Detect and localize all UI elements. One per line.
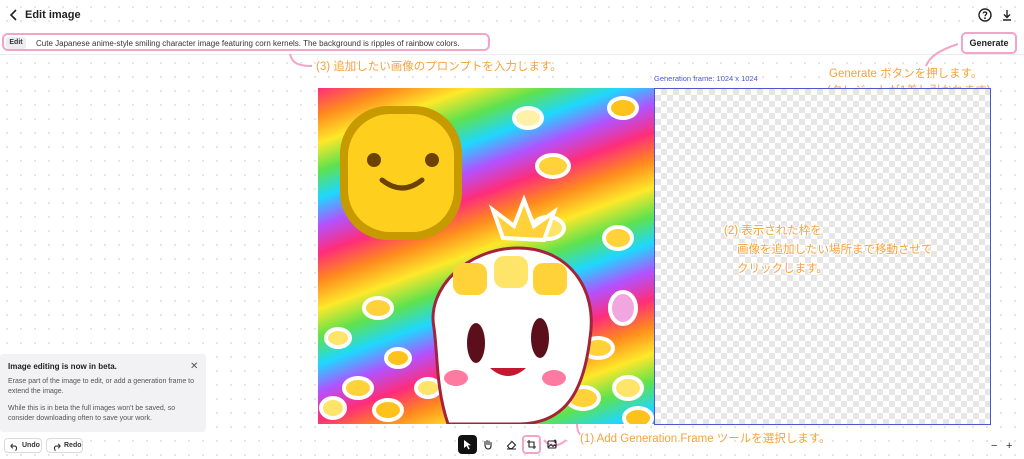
- corn-character-artwork: [319, 96, 654, 424]
- top-bar: Edit image: [0, 0, 1024, 30]
- prompt-highlight: [2, 33, 490, 51]
- close-icon[interactable]: ✕: [190, 361, 198, 372]
- annotation-step3: (3) 追加したい画像のプロンプトを入力します。: [316, 61, 562, 73]
- download-icon[interactable]: [999, 7, 1015, 23]
- zoom-out-button[interactable]: −: [991, 440, 997, 452]
- beta-notice-text-1: Erase part of the image to edit, or add …: [8, 378, 194, 395]
- add-generation-frame-icon: [527, 440, 536, 449]
- zoom-in-button[interactable]: +: [1006, 440, 1012, 452]
- prompt-callout-curve: [289, 53, 313, 67]
- corn-face: [340, 106, 462, 240]
- generate-button[interactable]: Generate: [961, 32, 1017, 54]
- generated-image[interactable]: [318, 88, 654, 424]
- page-title: Edit image: [25, 9, 81, 21]
- annotation-step1: (1) Add Generation Frame ツールを選択します。: [580, 433, 831, 445]
- upload-image-icon: [547, 439, 557, 449]
- annotation-generate-1: Generate ボタンを押します。: [829, 68, 983, 80]
- annotation-step2-3: クリックします。: [737, 263, 828, 275]
- select-tool-icon: [464, 440, 471, 450]
- undo-icon: [10, 443, 18, 451]
- hand-tool-icon: [484, 439, 492, 450]
- corn-mascot: [431, 194, 593, 424]
- undo-label: Undo: [22, 442, 40, 449]
- undo-button[interactable]: Undo: [4, 438, 42, 453]
- beta-notice-title: Image editing is now in beta.: [8, 362, 117, 371]
- redo-icon: [53, 443, 61, 451]
- redo-button[interactable]: Redo: [46, 438, 83, 453]
- eraser-tool-icon: [506, 440, 517, 450]
- eraser-tool-button[interactable]: [502, 435, 521, 454]
- annotation-step2-1: (2) 表示された枠を: [724, 225, 822, 237]
- hand-tool-button[interactable]: [478, 435, 497, 454]
- chevron-left-icon[interactable]: [6, 7, 22, 23]
- beta-notice-text-2: While this is in beta the full images wo…: [8, 405, 176, 422]
- annotation-step2-2: 画像を追加したい場所まで移動させて: [737, 244, 933, 256]
- select-tool-button[interactable]: [458, 435, 477, 454]
- generation-frame-label: Generation frame: 1024 x 1024: [654, 74, 758, 83]
- upload-image-button[interactable]: [543, 435, 562, 454]
- help-circle-icon[interactable]: [977, 7, 993, 23]
- redo-label: Redo: [64, 442, 82, 449]
- add-generation-frame-button[interactable]: [522, 435, 541, 454]
